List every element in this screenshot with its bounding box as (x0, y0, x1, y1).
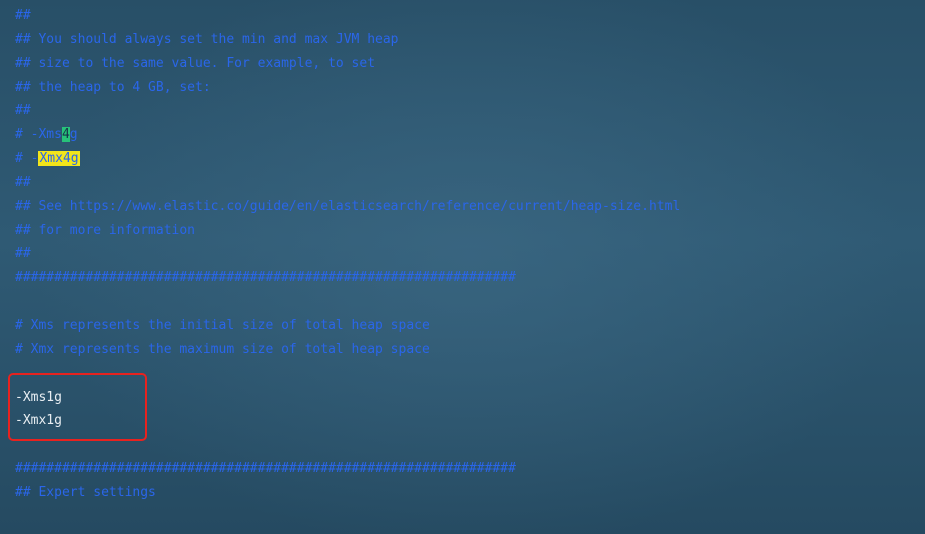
comment-line-8: ## (15, 175, 31, 190)
comment-line-3: ## size to the same value. For example, … (15, 56, 376, 71)
comment-line-11: ## (15, 246, 31, 261)
comment-line-1: ## (15, 8, 31, 23)
comment-line-5: ## (15, 103, 31, 118)
xms-example-prefix: # -Xms (15, 127, 62, 142)
comment-line-xmx-example: # -Xmx4g (15, 149, 80, 169)
separator-line-2: ########################################… (15, 461, 516, 476)
text-cursor: 4 (61, 127, 70, 142)
xms-example-suffix: g (69, 127, 78, 142)
comment-line-xmx-desc: # Xmx represents the maximum size of tot… (15, 342, 430, 357)
comment-line-xms-example: # -Xms4g (15, 125, 78, 145)
annotation-box (8, 373, 147, 441)
comment-line-see-url: ## See https://www.elastic.co/guide/en/e… (15, 199, 681, 214)
xmx-example-prefix: # - (15, 151, 39, 166)
terminal-editor[interactable]: ## ## You should always set the min and … (0, 0, 925, 534)
comment-line-expert: ## Expert settings (15, 485, 156, 500)
search-highlight: Xmx4g (38, 151, 80, 166)
comment-line-4: ## the heap to 4 GB, set: (15, 80, 211, 95)
separator-line-1: ########################################… (15, 270, 516, 285)
comment-line-more-info: ## for more information (15, 223, 196, 238)
comment-line-2: ## You should always set the min and max… (15, 32, 399, 47)
comment-line-xms-desc: # Xms represents the initial size of tot… (15, 318, 430, 333)
